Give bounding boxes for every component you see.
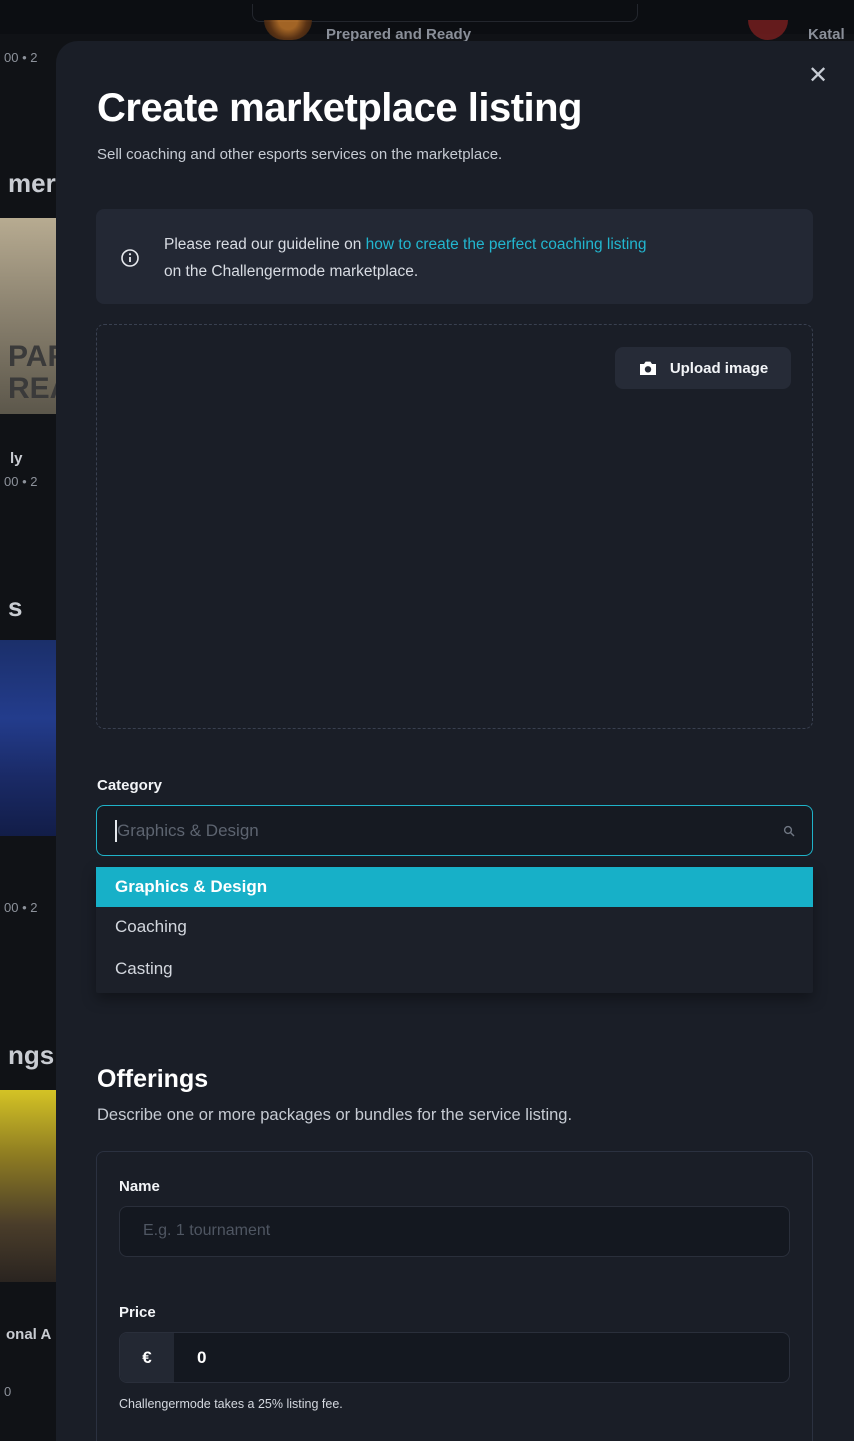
background-thumbnail [0,1090,60,1282]
offering-name-label: Name [119,1178,160,1195]
offerings-subtitle: Describe one or more packages or bundles… [97,1106,573,1124]
offering-price-input[interactable]: € 0 [119,1332,790,1383]
listing-fee-note: Challengermode takes a 25% listing fee. [119,1397,343,1411]
image-dropzone[interactable]: Upload image [96,324,813,729]
background-text: 00 • 2 [4,50,38,65]
modal-subtitle: Sell coaching and other esports services… [97,146,503,163]
category-option-coaching[interactable]: Coaching [96,907,813,947]
guideline-info-box: Please read our guideline on how to crea… [96,209,813,304]
upload-image-button[interactable]: Upload image [615,347,791,389]
offerings-title: Offerings [97,1065,209,1093]
currency-symbol: € [120,1333,174,1382]
background-text: ly [10,450,23,467]
guideline-text-before: Please read our guideline on [164,236,366,253]
category-option-casting[interactable]: Casting [96,949,813,989]
background-heading: mer [8,168,56,198]
info-icon [121,249,139,267]
modal-title: Create marketplace listing [97,86,583,130]
upload-image-label: Upload image [669,359,769,377]
background-card-thumbnail [748,20,788,40]
background-heading: s [8,592,23,622]
category-label: Category [97,777,163,794]
background-text: 00 • 2 [4,900,38,915]
offering-name-input[interactable]: E.g. 1 tournament [119,1206,790,1257]
offering-price-label: Price [119,1304,156,1321]
background-text: 00 • 2 [4,474,38,489]
category-placeholder: Graphics & Design [117,821,259,840]
guideline-text-after: on the Challengermode marketplace. [164,263,419,280]
category-option-graphics-design[interactable]: Graphics & Design [96,867,813,907]
background-text: onal A [6,1326,52,1343]
category-dropdown: Graphics & Design Coaching Casting [96,867,813,993]
guideline-text: Please read our guideline on how to crea… [164,231,647,285]
search-icon [783,825,795,837]
background-thumbnail [0,640,60,836]
background-heading: ngs [8,1040,55,1070]
offering-name-placeholder: E.g. 1 tournament [143,1222,271,1239]
camera-icon [639,361,656,375]
category-search-input[interactable]: Graphics & Design [96,805,813,856]
background-card-thumbnail [264,20,312,40]
guideline-link[interactable]: how to create the perfect coaching listi… [366,236,647,253]
background-text: 0 [4,1384,12,1399]
price-value: 0 [197,1348,207,1367]
close-icon[interactable]: ✕ [806,64,830,88]
